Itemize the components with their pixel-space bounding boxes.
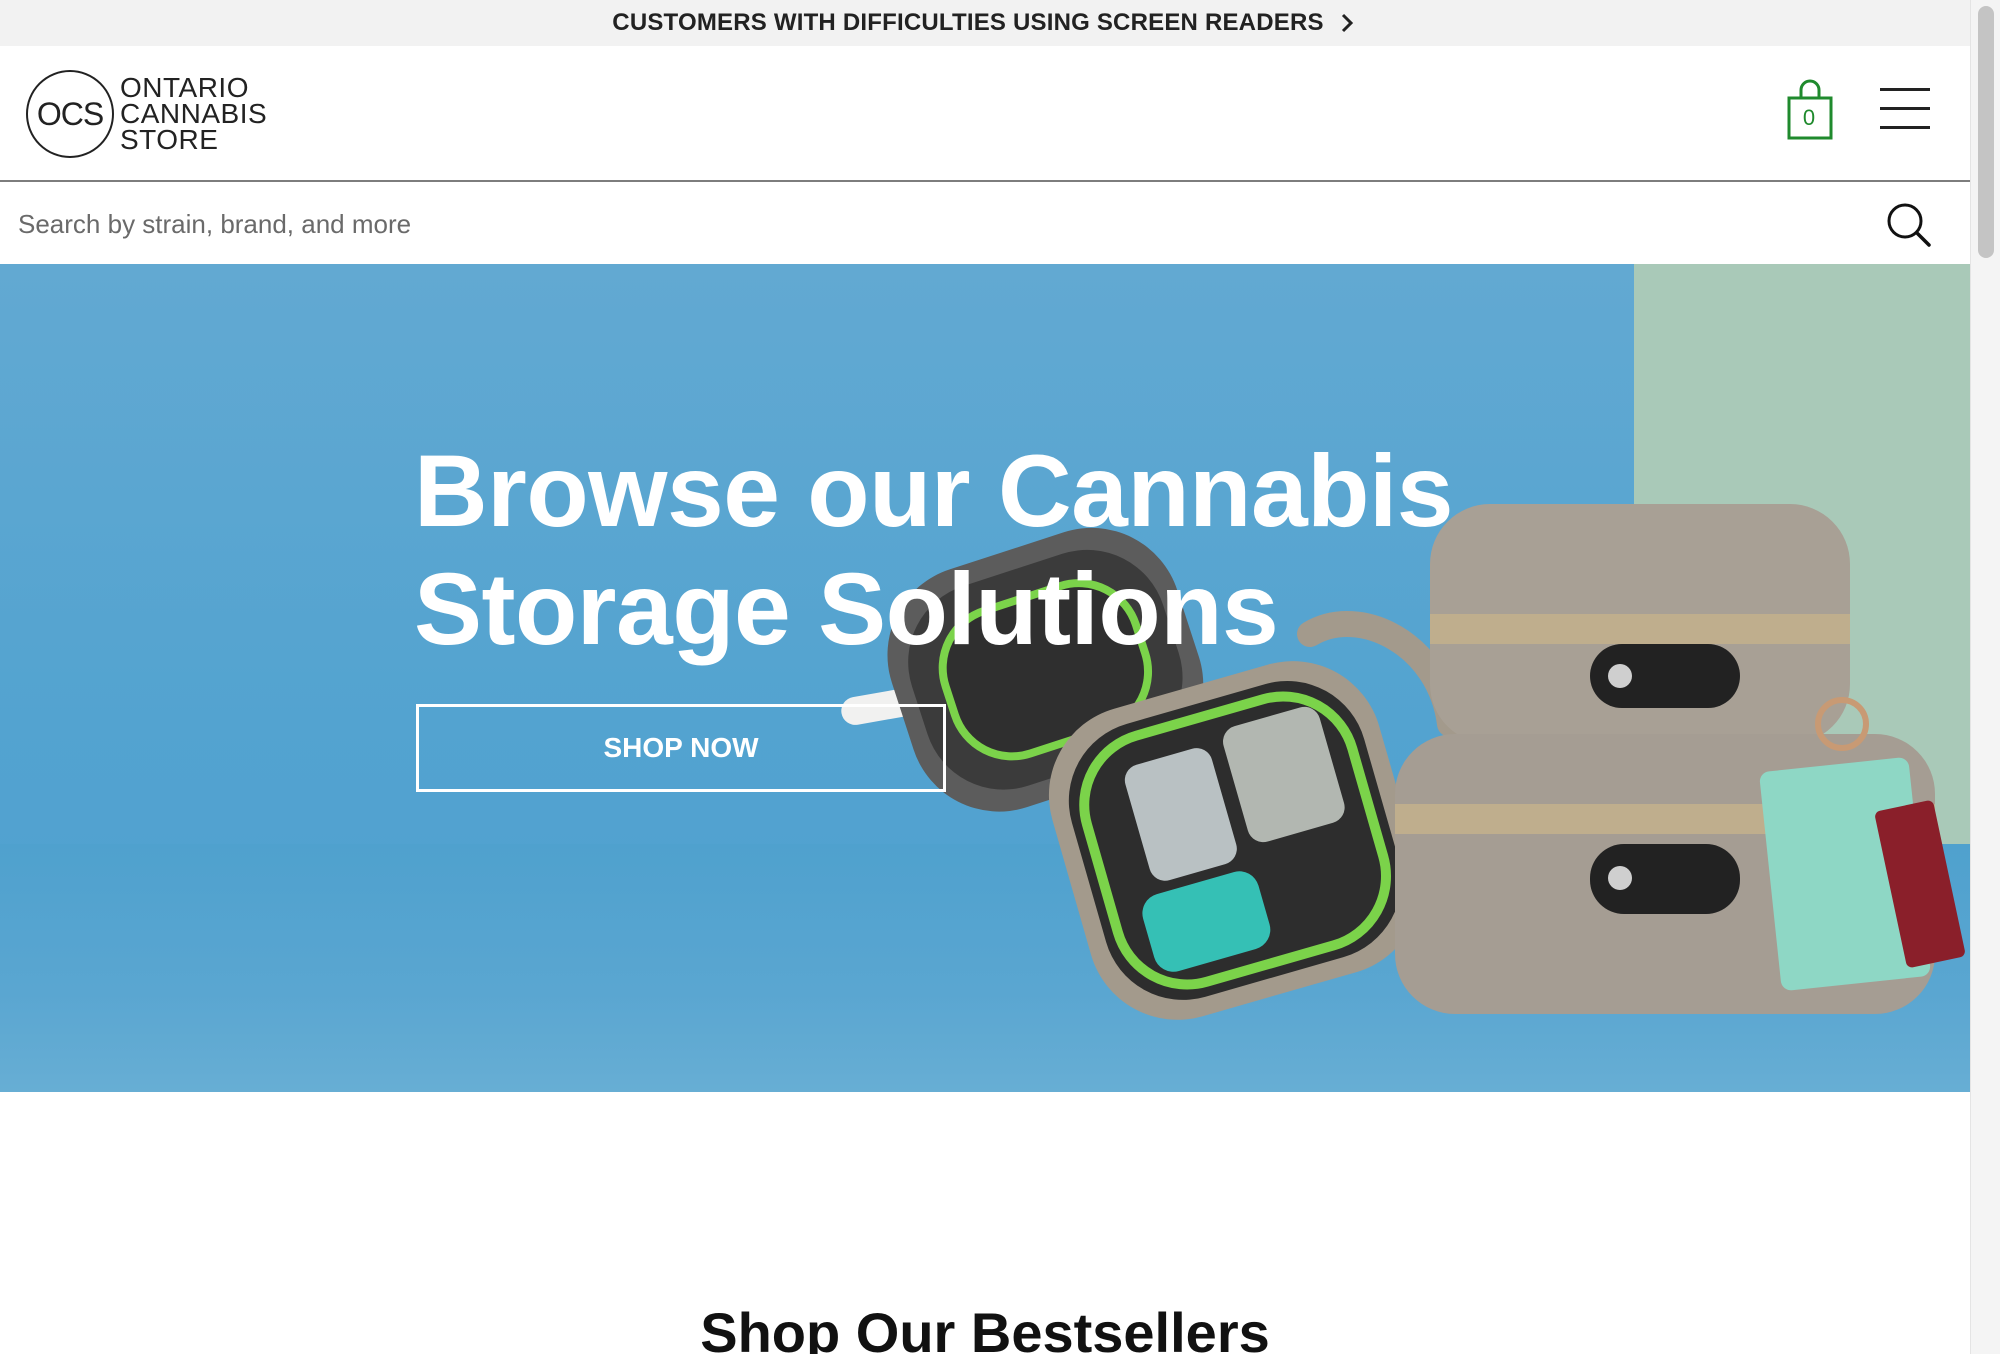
scrollbar-thumb[interactable] <box>1978 6 1994 258</box>
announcement-text: CUSTOMERS WITH DIFFICULTIES USING SCREEN… <box>612 9 1324 36</box>
search-icon <box>1887 203 1931 247</box>
hero-banner: Browse our Cannabis Storage Solutions SH… <box>0 264 1970 1092</box>
shop-now-button[interactable]: SHOP NOW <box>416 704 946 792</box>
search-bar <box>0 184 1970 264</box>
screen-reader-announcement-link[interactable]: CUSTOMERS WITH DIFFICULTIES USING SCREEN… <box>0 0 1970 46</box>
page-scrollbar[interactable] <box>1970 0 2000 1354</box>
ocs-logo[interactable]: OCS ONTARIO CANNABIS STORE <box>26 70 267 158</box>
search-input[interactable] <box>18 200 1838 248</box>
storage-cases-product-image <box>841 504 1965 1020</box>
cart-count: 0 <box>1802 105 1816 130</box>
logo-mark: OCS <box>26 70 114 158</box>
logo-line-store: STORE <box>120 124 219 155</box>
cart-button[interactable]: 0 <box>1786 76 1834 144</box>
search-button[interactable] <box>1886 202 1932 248</box>
hero-heading: Browse our Cannabis Storage Solutions <box>414 434 1454 666</box>
bestsellers-heading: Shop Our Bestsellers <box>700 1301 1270 1354</box>
logo-wordmark: ONTARIO CANNABIS STORE <box>120 74 267 155</box>
chevron-right-icon <box>1336 12 1358 34</box>
main-menu-button[interactable] <box>1880 88 1930 132</box>
site-header: OCS ONTARIO CANNABIS STORE 0 <box>0 46 1970 182</box>
